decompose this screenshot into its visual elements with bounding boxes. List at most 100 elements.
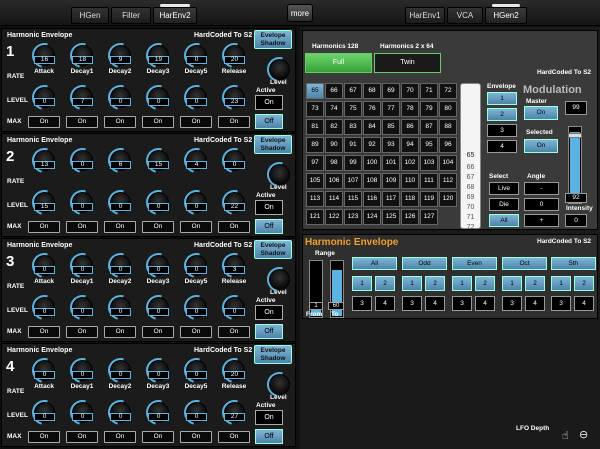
group-odd-button[interactable]: Odd (402, 257, 447, 270)
group-envelope-button[interactable]: 4 (475, 296, 495, 311)
harmonic-cell[interactable]: 88 (439, 119, 457, 135)
harmonic-scroll-strip[interactable]: 65 66 67 68 69 70 71 72 (460, 83, 481, 231)
angle-minus-button[interactable]: - (524, 182, 559, 195)
harmonic-cell[interactable]: 107 (344, 173, 362, 189)
tab-hgen[interactable]: HGen (71, 7, 109, 24)
tab-hgen2[interactable]: HGen2 (485, 4, 527, 24)
group-envelope-button[interactable]: 2 (425, 276, 445, 291)
harmonic-cell[interactable]: 113 (306, 191, 324, 207)
rate-knob[interactable]: 19 Decay3 (141, 38, 176, 75)
zoom-out-icon[interactable]: ⊖ (579, 428, 588, 441)
active-toggle[interactable]: On (255, 95, 283, 110)
harmonic-cell[interactable]: 115 (344, 191, 362, 207)
group-even-button[interactable]: Even (452, 257, 497, 270)
harmonic-cell[interactable]: 79 (420, 101, 438, 117)
level-knob[interactable]: 23 (217, 80, 252, 115)
rate-knob[interactable]: 0 Decay1 (65, 353, 100, 390)
harmonic-cell[interactable]: 105 (306, 173, 324, 189)
tab-vca[interactable]: VCA (447, 7, 483, 24)
harmonic-cell[interactable]: 70 (401, 83, 419, 99)
harmonic-cell[interactable]: 106 (325, 173, 343, 189)
group-envelope-button[interactable]: 1 (551, 276, 571, 291)
harmonic-cell[interactable]: 120 (439, 191, 457, 207)
rate-knob[interactable]: 0 Decay1 (65, 248, 100, 285)
harmonic-cell[interactable]: 104 (439, 155, 457, 171)
max-on-button[interactable]: On (66, 116, 98, 128)
group-envelope-button[interactable]: 3 (402, 296, 422, 311)
rate-knob[interactable]: 15 (141, 143, 176, 178)
group-envelope-button[interactable]: 3 (551, 296, 571, 311)
select-item[interactable]: Die (489, 198, 519, 211)
harmonic-cell[interactable]: 108 (363, 173, 381, 189)
group-envelope-button[interactable]: 3 (352, 296, 372, 311)
harmonic-cell[interactable]: 67 (344, 83, 362, 99)
envelope-level-knob[interactable] (262, 52, 297, 87)
rate-knob[interactable]: 3 Release (217, 248, 252, 285)
off-button[interactable]: Off (255, 429, 283, 444)
harmonic-cell[interactable]: 83 (344, 119, 362, 135)
harmonic-cell[interactable]: 126 (401, 209, 419, 225)
harmonic-cell[interactable]: 65 (306, 83, 324, 99)
level-knob[interactable]: 0 (141, 395, 176, 430)
harmonic-cell[interactable]: 101 (382, 155, 400, 171)
off-button[interactable]: Off (255, 114, 283, 129)
max-on-button[interactable]: On (218, 116, 250, 128)
twin-button[interactable]: Twin (374, 53, 441, 73)
rate-knob[interactable]: 6 (103, 143, 138, 178)
harmonic-cell[interactable]: 109 (382, 173, 400, 189)
rate-knob[interactable]: 0 (217, 143, 252, 178)
harmonic-cell[interactable]: 71 (420, 83, 438, 99)
harmonic-cell[interactable]: 116 (363, 191, 381, 207)
harmonic-cell[interactable]: 77 (382, 101, 400, 117)
group-envelope-button[interactable]: 4 (375, 296, 395, 311)
more-button[interactable]: more (287, 4, 313, 22)
harmonic-cell[interactable]: 98 (325, 155, 343, 171)
harmonic-cell[interactable]: 76 (363, 101, 381, 117)
envelope-shadow-button[interactable]: Evelope Shadow (254, 345, 292, 364)
harmonic-cell[interactable]: 89 (306, 137, 324, 153)
off-button[interactable]: Off (255, 324, 283, 339)
off-button[interactable]: Off (255, 219, 283, 234)
harmonic-cell[interactable]: 72 (439, 83, 457, 99)
level-knob[interactable]: 0 (179, 80, 214, 115)
level-knob[interactable]: 0 (179, 185, 214, 220)
rate-knob[interactable]: 0 Decay5 (179, 353, 214, 390)
max-on-button[interactable]: On (28, 221, 60, 233)
max-on-button[interactable]: On (218, 326, 250, 338)
max-on-button[interactable]: On (142, 431, 174, 443)
group-oct-button[interactable]: Oct (502, 257, 547, 270)
rate-knob[interactable]: 0 Decay2 (103, 353, 138, 390)
level-knob[interactable]: 0 (179, 290, 214, 325)
harmonic-cell[interactable]: 66 (325, 83, 343, 99)
harmonic-cell[interactable]: 95 (420, 137, 438, 153)
max-on-button[interactable]: On (28, 116, 60, 128)
level-knob[interactable]: 0 (141, 185, 176, 220)
harmonic-cell[interactable]: 69 (382, 83, 400, 99)
harmonic-cell[interactable]: 81 (306, 119, 324, 135)
max-on-button[interactable]: On (180, 221, 212, 233)
level-knob[interactable]: 0 (27, 80, 62, 115)
group-envelope-button[interactable]: 4 (425, 296, 445, 311)
max-on-button[interactable]: On (142, 221, 174, 233)
tab-harenv1[interactable]: HarEnv1 (405, 7, 445, 24)
harmonic-cell[interactable]: 117 (382, 191, 400, 207)
group-envelope-button[interactable]: 1 (402, 276, 422, 291)
harmonic-cell[interactable]: 82 (325, 119, 343, 135)
rate-knob[interactable]: 18 Decay1 (65, 38, 100, 75)
max-on-button[interactable]: On (218, 431, 250, 443)
rate-knob[interactable]: 0 Attack (27, 248, 62, 285)
level-knob[interactable]: 22 (217, 185, 252, 220)
group-envelope-button[interactable]: 4 (574, 296, 594, 311)
angle-plus-button[interactable]: + (524, 214, 559, 227)
harmonic-cell[interactable]: 122 (325, 209, 343, 225)
envelope-select-item[interactable]: 3 (487, 124, 517, 137)
level-knob[interactable]: 0 (179, 395, 214, 430)
intensity-handle[interactable] (568, 133, 582, 138)
level-knob[interactable]: 0 (27, 290, 62, 325)
level-knob[interactable]: 0 (103, 290, 138, 325)
max-on-button[interactable]: On (28, 431, 60, 443)
harmonic-cell[interactable]: 78 (401, 101, 419, 117)
harmonic-cell[interactable]: 100 (363, 155, 381, 171)
envelope-select-item[interactable]: 4 (487, 140, 517, 153)
harmonic-cell[interactable]: 94 (401, 137, 419, 153)
